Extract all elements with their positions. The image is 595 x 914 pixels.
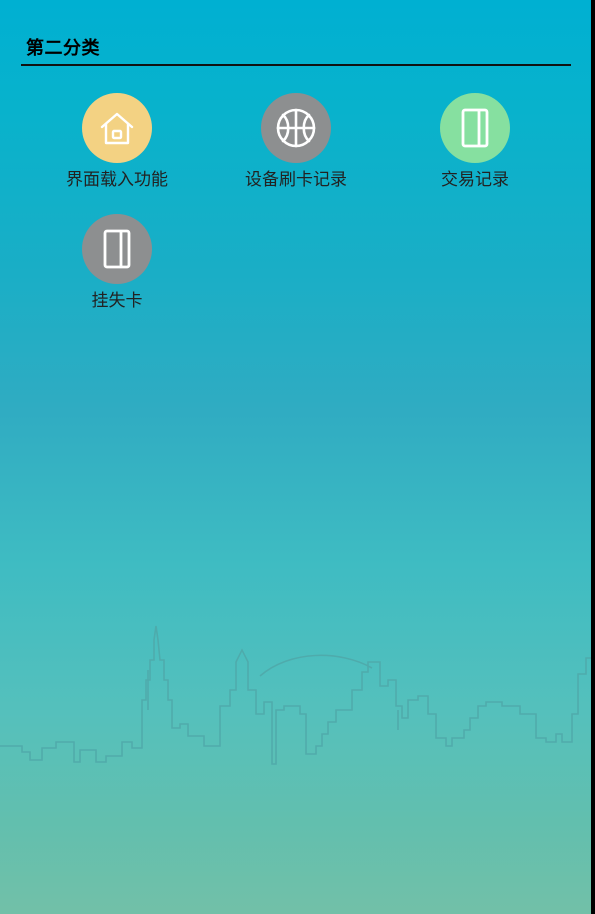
tile-label: 交易记录	[441, 170, 509, 190]
tile-transaction-records[interactable]: 交易记录	[395, 93, 555, 190]
main-screen: 第二分类 界面载入功能 设备刷卡记录 交易记录 挂失卡	[0, 0, 591, 914]
window-edge	[591, 0, 595, 914]
city-skyline-illustration	[0, 625, 591, 765]
card-icon	[440, 93, 510, 163]
tile-label: 挂失卡	[91, 291, 143, 311]
tile-device-swipe-records[interactable]: 设备刷卡记录	[216, 93, 376, 190]
tile-label: 设备刷卡记录	[245, 170, 347, 190]
section-divider	[21, 64, 571, 66]
card-icon	[82, 214, 152, 284]
tile-report-lost-card[interactable]: 挂失卡	[37, 214, 197, 311]
home-icon	[82, 93, 152, 163]
basketball-icon	[261, 93, 331, 163]
section-title: 第二分类	[26, 38, 100, 59]
tile-interface-load[interactable]: 界面载入功能	[37, 93, 197, 190]
tile-label: 界面载入功能	[66, 170, 168, 190]
